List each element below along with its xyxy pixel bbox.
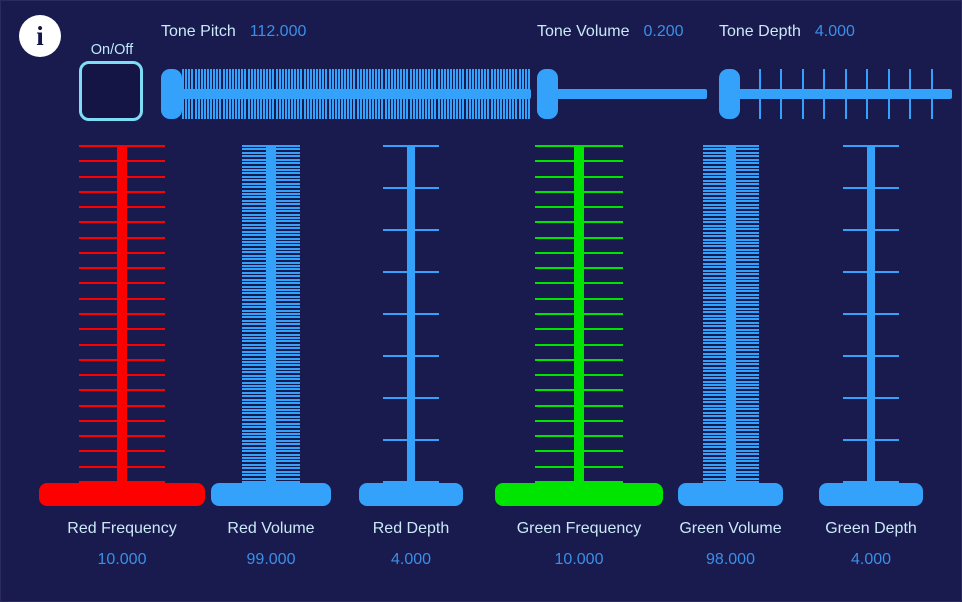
red-volume-body[interactable] bbox=[211, 141, 331, 506]
power-toggle-checkbox[interactable] bbox=[79, 61, 143, 121]
red-frequency-handle[interactable] bbox=[39, 483, 205, 506]
tone-volume-header: Tone Volume 0.200 bbox=[537, 23, 684, 41]
red-depth-track[interactable] bbox=[407, 145, 415, 484]
slider-tone-volume[interactable]: Tone Volume 0.200 bbox=[537, 23, 711, 125]
red-frequency-track[interactable] bbox=[117, 145, 127, 484]
red-volume-label: Red Volume bbox=[227, 520, 315, 537]
tone-pitch-label: Tone Pitch bbox=[161, 23, 236, 40]
red-frequency-body[interactable] bbox=[39, 141, 205, 506]
tone-volume-value: 0.200 bbox=[643, 23, 684, 40]
tone-volume-handle[interactable] bbox=[537, 69, 558, 119]
red-frequency-value: 10.000 bbox=[97, 551, 147, 568]
tone-depth-header: Tone Depth 4.000 bbox=[719, 23, 855, 41]
slider-red-frequency[interactable]: Red Frequency 10.000 bbox=[39, 141, 205, 569]
green-depth-body[interactable] bbox=[819, 141, 923, 506]
tone-depth-track[interactable] bbox=[737, 89, 952, 99]
red-depth-handle[interactable] bbox=[359, 483, 463, 506]
red-volume-value: 99.000 bbox=[246, 551, 296, 568]
app-root: i On/Off Tone Pitch 112.000 Tone Volume 0.2… bbox=[0, 0, 962, 602]
green-volume-track[interactable] bbox=[725, 145, 736, 484]
red-depth-label: Red Depth bbox=[372, 520, 450, 537]
power-toggle-group: On/Off bbox=[79, 42, 145, 121]
power-toggle-label: On/Off bbox=[90, 42, 134, 58]
green-depth-label: Green Depth bbox=[825, 520, 917, 537]
tone-volume-body[interactable] bbox=[537, 63, 711, 125]
tone-pitch-value: 112.000 bbox=[249, 23, 307, 40]
green-depth-handle[interactable] bbox=[819, 483, 923, 506]
green-frequency-handle[interactable] bbox=[495, 483, 663, 506]
red-depth-body[interactable] bbox=[359, 141, 463, 506]
slider-tone-pitch[interactable]: Tone Pitch 112.000 bbox=[161, 23, 535, 125]
red-volume-handle[interactable] bbox=[211, 483, 331, 506]
green-frequency-track[interactable] bbox=[574, 145, 584, 484]
tone-depth-value: 4.000 bbox=[814, 23, 855, 40]
slider-green-depth[interactable]: Green Depth 4.000 bbox=[819, 141, 923, 569]
tone-depth-handle[interactable] bbox=[719, 69, 740, 119]
red-volume-track[interactable] bbox=[266, 145, 276, 484]
slider-tone-depth[interactable]: Tone Depth 4.000 bbox=[719, 23, 956, 125]
slider-red-volume[interactable]: Red Volume 99.000 bbox=[211, 141, 331, 569]
slider-red-depth[interactable]: Red Depth 4.000 bbox=[359, 141, 463, 569]
green-depth-value: 4.000 bbox=[850, 551, 892, 568]
info-icon-glyph: i bbox=[36, 20, 44, 51]
slider-green-frequency[interactable]: Green Frequency 10.000 bbox=[495, 141, 663, 569]
red-depth-value: 4.000 bbox=[390, 551, 432, 568]
tone-pitch-handle[interactable] bbox=[161, 69, 182, 119]
green-frequency-body[interactable] bbox=[495, 141, 663, 506]
tone-pitch-body[interactable] bbox=[161, 63, 535, 125]
tone-pitch-track[interactable] bbox=[179, 89, 531, 99]
green-depth-track[interactable] bbox=[867, 145, 875, 484]
info-icon[interactable]: i bbox=[19, 15, 61, 57]
tone-depth-body[interactable] bbox=[719, 63, 956, 125]
tone-volume-label: Tone Volume bbox=[537, 23, 630, 40]
red-frequency-label: Red Frequency bbox=[67, 520, 177, 537]
tone-depth-label: Tone Depth bbox=[719, 23, 801, 40]
green-volume-value: 98.000 bbox=[706, 551, 755, 568]
green-volume-body[interactable] bbox=[678, 141, 783, 506]
tone-volume-track[interactable] bbox=[555, 89, 707, 99]
green-frequency-label: Green Frequency bbox=[516, 520, 642, 537]
green-volume-label: Green Volume bbox=[679, 520, 782, 537]
green-volume-handle[interactable] bbox=[678, 483, 783, 506]
green-frequency-value: 10.000 bbox=[554, 551, 604, 568]
tone-pitch-header: Tone Pitch 112.000 bbox=[161, 23, 306, 41]
slider-green-volume[interactable]: Green Volume 98.000 bbox=[678, 141, 783, 569]
